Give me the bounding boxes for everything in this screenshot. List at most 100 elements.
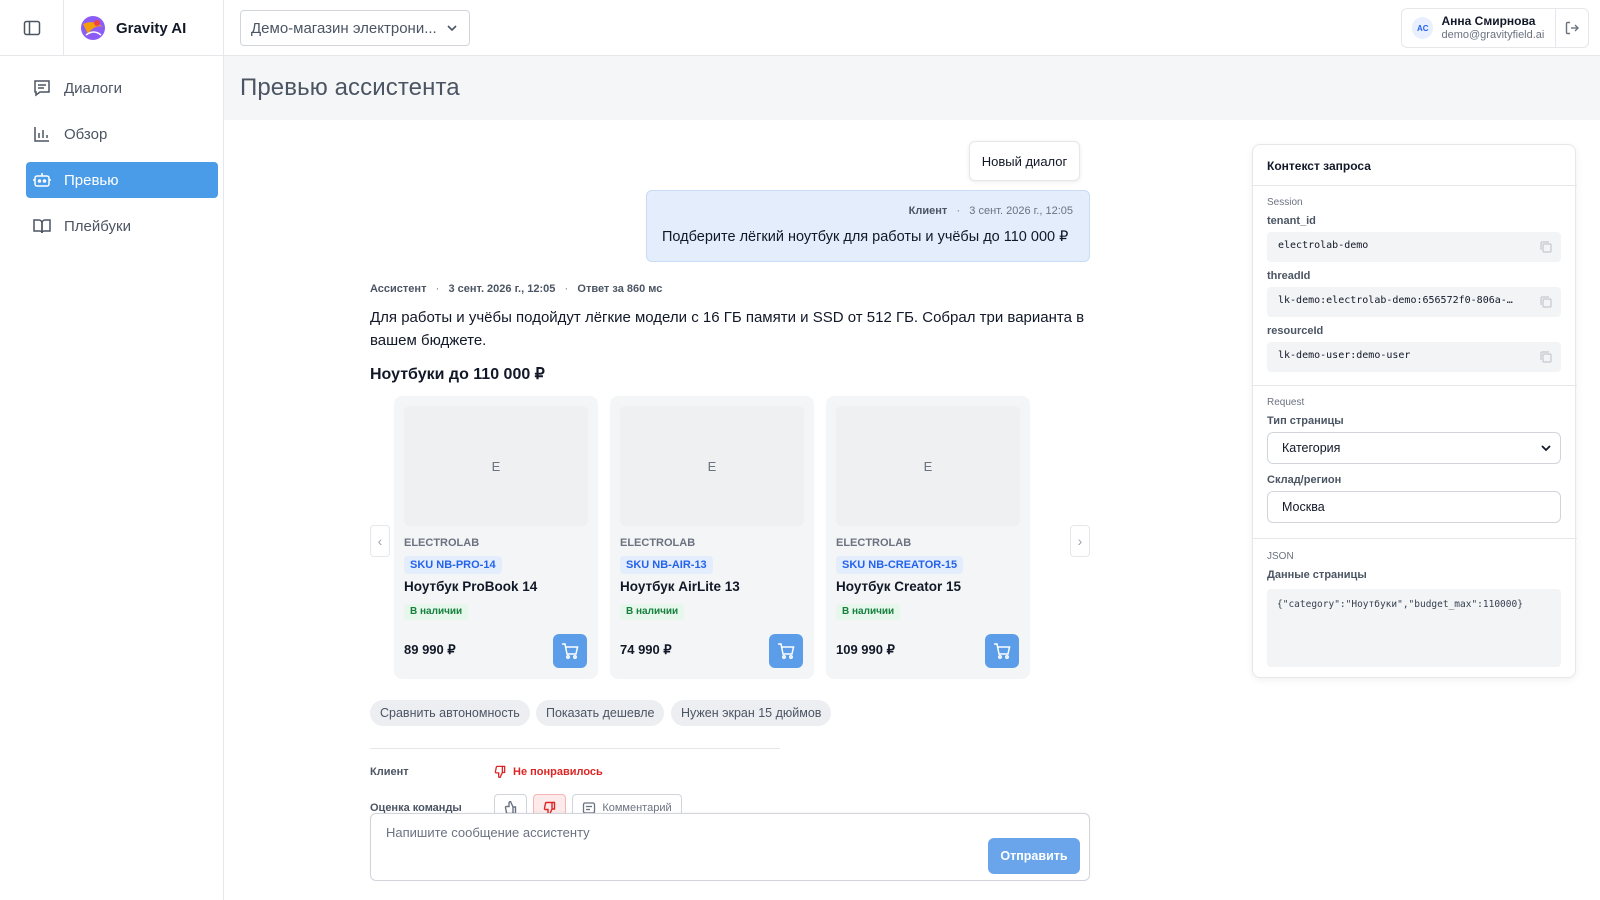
thread-id-value: lk-demo:electrolab-demo:656572f0-806a-… [1278, 295, 1513, 306]
divider [1253, 385, 1577, 386]
product-image: E [404, 406, 588, 526]
brand-name: Gravity AI [116, 19, 187, 37]
meta-separator: · [435, 283, 440, 295]
response-latency: Ответ за 860 мс [577, 283, 663, 295]
message-time: 3 сент. 2026 г., 12:05 [969, 205, 1073, 217]
resource-id-value: lk-demo-user:demo-user [1278, 350, 1411, 361]
sidebar-toggle-button[interactable] [0, 0, 64, 56]
product-brand: ELECTROLAB [836, 537, 912, 549]
page-header: Превью ассистента [224, 56, 1600, 120]
message-author: Ассистент [370, 283, 427, 295]
dialogs-icon [34, 80, 50, 97]
carousel-prev-button[interactable]: ‹ [370, 525, 390, 557]
client-feedback-text: Не понравилось [513, 765, 603, 778]
message-composer: Отправить [370, 813, 1090, 881]
product-image: E [620, 406, 804, 526]
region-label: Склад/регион [1267, 474, 1342, 486]
book-icon [33, 219, 51, 234]
sidebar-item-overview[interactable]: Обзор [26, 116, 218, 152]
page-data-json-value: {"category":"Ноутбуки","budget_max":1100… [1277, 599, 1523, 610]
send-button[interactable]: Отправить [988, 838, 1080, 874]
suggestion-chip[interactable]: Показать дешевле [536, 700, 665, 726]
thread-id-field: lk-demo:electrolab-demo:656572f0-806a-… [1267, 287, 1561, 317]
copy-icon[interactable] [1539, 240, 1553, 254]
logout-button[interactable] [1554, 8, 1588, 48]
bot-icon [33, 173, 51, 187]
user-menu[interactable]: AC Анна Смирнова demo@gravityfield.ai [1401, 8, 1589, 48]
stock-badge: В наличии [836, 604, 901, 620]
client-feedback-label: Клиент [370, 766, 409, 778]
client-feedback-value: Не понравилось [494, 765, 603, 778]
stock-badge: В наличии [620, 604, 685, 620]
chart-icon [34, 127, 49, 142]
assistant-message-meta: Ассистент · 3 сент. 2026 г., 12:05 · Отв… [370, 283, 662, 295]
suggestion-chip[interactable]: Нужен экран 15 дюймов [671, 700, 832, 726]
meta-separator: · [564, 283, 569, 295]
top-bar: Gravity AI Демо-магазин электрони... AC … [0, 0, 1600, 56]
sidebar-item-playbooks[interactable]: Плейбуки [26, 208, 218, 244]
product-price: 109 990 ₽ [836, 642, 895, 657]
product-price: 89 990 ₽ [404, 642, 456, 657]
copy-icon[interactable] [1539, 350, 1553, 364]
new-dialog-button[interactable]: Новый диалог [969, 141, 1080, 181]
message-author: Клиент [908, 205, 948, 217]
product-card[interactable]: E ELECTROLAB SKU NB-AIR-13 Ноутбук AirLi… [610, 396, 814, 679]
resource-id-label: resourceId [1267, 325, 1324, 337]
copy-icon[interactable] [1539, 295, 1553, 309]
sidebar-item-preview[interactable]: Превью [26, 162, 218, 198]
gravity-logo-icon [81, 16, 105, 40]
thread-id-label: threadId [1267, 270, 1311, 282]
session-section-label: Session [1267, 197, 1303, 208]
product-card[interactable]: E ELECTROLAB SKU NB-CREATOR-15 Ноутбук C… [826, 396, 1030, 679]
sidebar-item-dialogs[interactable]: Диалоги [26, 70, 218, 106]
product-price: 74 990 ₽ [620, 642, 672, 657]
sidebar-item-label: Диалоги [64, 79, 122, 97]
brand[interactable]: Gravity AI [64, 0, 224, 56]
product-sku-badge: SKU NB-AIR-13 [620, 556, 713, 574]
carousel-next-button[interactable]: › [1070, 525, 1090, 557]
page-type-select[interactable]: Категория [1267, 432, 1561, 464]
divider [1253, 538, 1577, 539]
user-name: Анна Смирнова [1441, 13, 1536, 28]
cart-icon [778, 643, 795, 659]
request-context-panel: Контекст запроса Session tenant_id elect… [1252, 144, 1577, 678]
sidebar: Диалоги Обзор Превью Плейбуки [0, 56, 224, 900]
resource-id-field: lk-demo-user:demo-user [1267, 342, 1561, 372]
page-data-json-field[interactable]: {"category":"Ноутбуки","budget_max":1100… [1267, 589, 1561, 667]
product-sku-badge: SKU NB-PRO-14 [404, 556, 502, 574]
product-brand: ELECTROLAB [404, 537, 480, 549]
product-name: Ноутбук ProBook 14 [404, 579, 538, 594]
user-message-text: Подберите лёгкий ноутбук для работы и уч… [662, 229, 1069, 245]
user-email: demo@gravityfield.ai [1441, 28, 1545, 41]
add-to-cart-button[interactable] [985, 634, 1019, 668]
add-to-cart-button[interactable] [769, 634, 803, 668]
request-section-label: Request [1267, 397, 1305, 408]
meta-separator: · [956, 205, 961, 217]
sidebar-item-label: Плейбуки [64, 217, 131, 235]
page-data-label: Данные страницы [1267, 569, 1367, 581]
thumbs-down-icon [494, 765, 506, 778]
suggestion-chip[interactable]: Сравнить автономность [370, 700, 530, 726]
page-title: Превью ассистента [240, 74, 460, 101]
logout-icon [1565, 21, 1579, 35]
message-input[interactable] [386, 825, 946, 840]
context-panel-title: Контекст запроса [1267, 159, 1371, 173]
product-card[interactable]: E ELECTROLAB SKU NB-PRO-14 Ноутбук ProBo… [394, 396, 598, 679]
user-message: Клиент · 3 сент. 2026 г., 12:05 Подберит… [646, 190, 1090, 262]
add-to-cart-button[interactable] [553, 634, 587, 668]
message-time: 3 сент. 2026 г., 12:05 [448, 283, 556, 295]
tenant-id-field: electrolab-demo [1267, 232, 1561, 262]
region-input[interactable] [1267, 491, 1561, 523]
cart-icon [562, 643, 579, 659]
json-section-label: JSON [1267, 551, 1294, 562]
page-type-value: Категория [1282, 441, 1341, 455]
stock-badge: В наличии [404, 604, 469, 620]
user-message-meta: Клиент · 3 сент. 2026 г., 12:05 [909, 205, 1073, 217]
product-sku-badge: SKU NB-CREATOR-15 [836, 556, 964, 574]
tenant-id-label: tenant_id [1267, 215, 1316, 227]
assistant-message-text: Для работы и учёбы подойдут лёгкие модел… [370, 309, 1085, 349]
store-selector-value: Демо-магазин электрони... [251, 19, 437, 37]
store-selector[interactable]: Демо-магазин электрони... [240, 10, 470, 46]
divider [1253, 185, 1577, 186]
product-image: E [836, 406, 1020, 526]
